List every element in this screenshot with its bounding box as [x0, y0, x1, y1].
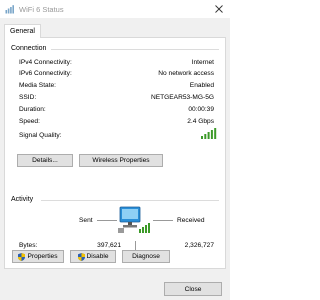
close-button[interactable]: Close [164, 282, 222, 296]
window-close-button[interactable] [212, 2, 226, 16]
network-computer-icon [118, 206, 150, 233]
close-button-label: Close [184, 285, 202, 293]
ssid-value: NETGEAR53-MG-5G [150, 94, 214, 101]
signal-bar-4 [210, 130, 213, 139]
media-state-label: Media State: [19, 82, 57, 89]
signal-quality-label: Signal Quality: [19, 132, 62, 139]
ipv6-connectivity-value: No network access [158, 70, 214, 77]
ipv6-connectivity-label: IPv6 Connectivity: [19, 70, 72, 77]
ipv4-connectivity-value: Internet [191, 59, 214, 66]
signal-strength-icon [201, 128, 217, 139]
sent-label: Sent [79, 217, 93, 224]
uac-shield-icon [18, 252, 26, 261]
details-button[interactable]: Details... [17, 154, 73, 167]
diagnose-button[interactable]: Diagnose [122, 250, 170, 263]
tab-general-label: General [10, 28, 35, 35]
sent-line [97, 220, 117, 221]
signal-bar-5 [214, 128, 217, 139]
signal-bar-2 [204, 134, 207, 139]
bytes-label: Bytes: [19, 242, 38, 249]
general-tab-panel: Connection IPv4 Connectivity: Internet I… [4, 37, 226, 269]
uac-shield-icon [77, 252, 85, 261]
properties-button-label: Properties [27, 253, 58, 260]
activity-signal-icon [139, 223, 150, 233]
media-state-value: Enabled [189, 82, 214, 89]
connection-divider [51, 49, 219, 50]
activity-divider [41, 200, 219, 201]
received-line [153, 220, 173, 221]
bytes-received-value: 2,326,727 [184, 242, 214, 249]
wireless-properties-button-label: Wireless Properties [92, 157, 150, 164]
signal-bar-1 [201, 136, 203, 139]
ssid-label: SSID: [19, 94, 37, 101]
diagnose-button-label: Diagnose [132, 253, 160, 260]
disable-button[interactable]: Disable [70, 250, 116, 263]
connection-section-label: Connection [11, 45, 47, 52]
window-title: WiFi 6 Status [19, 4, 64, 14]
activity-section-label: Activity [11, 196, 34, 203]
close-icon [215, 5, 223, 13]
bytes-sent-value: 397,621 [97, 242, 121, 249]
wireless-properties-button[interactable]: Wireless Properties [79, 154, 163, 167]
duration-value: 00:00:39 [188, 106, 214, 113]
tab-general[interactable]: General [4, 24, 41, 38]
speed-label: Speed: [19, 118, 40, 125]
disable-button-label: Disable [86, 253, 109, 260]
signal-bar-3 [207, 132, 210, 139]
dialog-body: General Connection IPv4 Connectivity: In… [0, 18, 230, 300]
details-button-label: Details... [32, 157, 58, 164]
duration-label: Duration: [19, 106, 46, 113]
network-status-icon [5, 5, 14, 14]
received-label: Received [177, 217, 205, 224]
ipv4-connectivity-label: IPv4 Connectivity: [19, 59, 72, 66]
title-bar: WiFi 6 Status [0, 0, 230, 18]
properties-button[interactable]: Properties [12, 250, 64, 263]
speed-value: 2.4 Gbps [187, 118, 214, 125]
